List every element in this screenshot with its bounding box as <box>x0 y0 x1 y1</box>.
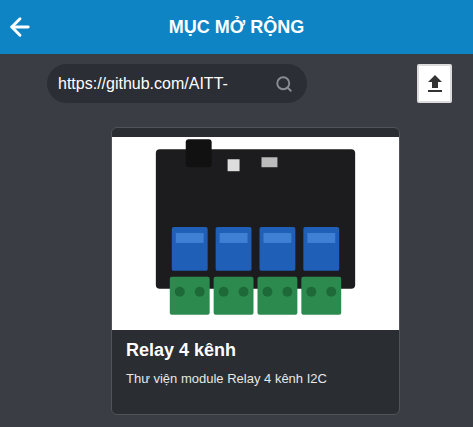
search-input[interactable] <box>58 75 269 93</box>
extension-card[interactable]: Relay 4 kênh Thư viện module Relay 4 kênh… <box>111 127 400 415</box>
upload-button[interactable] <box>417 64 452 103</box>
search-icon[interactable] <box>275 75 293 93</box>
page-title: MỤC MỞ RỘNG <box>40 17 433 38</box>
upload-icon <box>423 72 447 96</box>
back-button[interactable] <box>0 7 40 47</box>
search-field <box>47 64 307 103</box>
header-bar: MỤC MỞ RỘNG <box>0 0 473 54</box>
card-body: Relay 4 kênh Thư viện module Relay 4 kênh… <box>112 330 399 398</box>
extension-description: Thư viện module Relay 4 kênh I2C <box>126 371 385 386</box>
extension-picture <box>112 137 399 330</box>
extension-title: Relay 4 kênh <box>126 340 385 361</box>
back-arrow-icon <box>6 13 34 41</box>
extensions-page: MỤC MỞ RỘNG Relay 4 kênh Thư viện module R… <box>0 0 473 427</box>
search-row <box>0 54 473 103</box>
extension-list: Relay 4 kênh Thư viện module Relay 4 kênh… <box>0 103 473 415</box>
relay-board-picture <box>112 137 399 330</box>
